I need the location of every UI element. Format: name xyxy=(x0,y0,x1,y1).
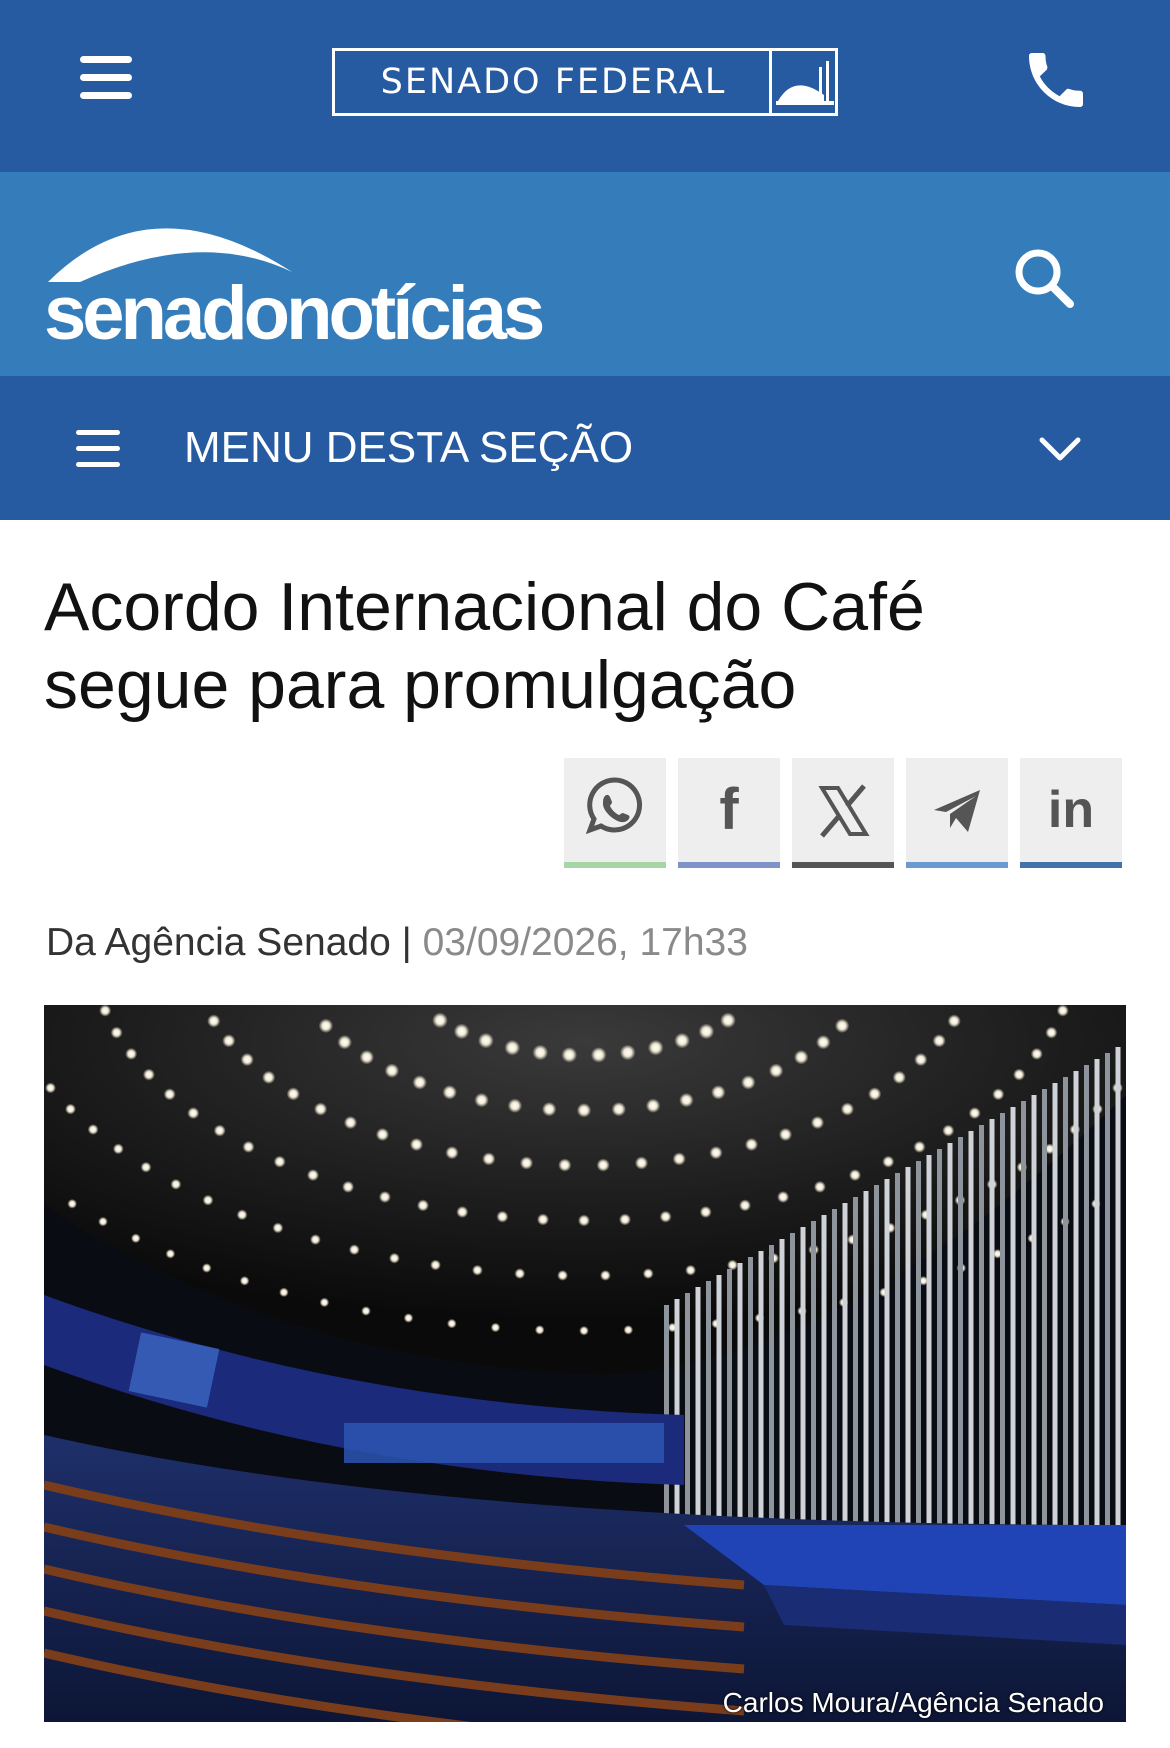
brand-bar: senadonotícias xyxy=(0,172,1170,376)
section-menu-toggle[interactable]: MENU DESTA SEÇÃO xyxy=(0,376,1170,520)
share-whatsapp-button[interactable] xyxy=(564,758,666,868)
senado-federal-link[interactable]: SENADO FEDERAL xyxy=(332,48,838,116)
search-icon[interactable] xyxy=(1010,244,1078,312)
senado-noticias-logo[interactable]: senadonotícias xyxy=(40,210,600,356)
share-linkedin-button[interactable]: in xyxy=(1020,758,1122,868)
x-icon xyxy=(818,784,870,838)
share-facebook-button[interactable]: f xyxy=(678,758,780,868)
section-menu-icon xyxy=(76,430,122,468)
photo-credit: Carlos Moura/Agência Senado xyxy=(722,1687,1104,1718)
top-bar: SENADO FEDERAL xyxy=(0,0,1170,172)
section-menu-label: MENU DESTA SEÇÃO xyxy=(184,423,634,472)
senado-emblem-icon xyxy=(769,51,835,113)
facebook-icon: f xyxy=(719,777,739,842)
telegram-icon xyxy=(934,790,980,832)
phone-icon[interactable] xyxy=(1020,44,1092,116)
senate-plenary-image xyxy=(44,1005,1126,1722)
page: SENADO FEDERAL senadonotícias MENU DESTA… xyxy=(0,0,1170,1748)
article-source: Da Agência Senado xyxy=(46,921,391,964)
linkedin-icon: in xyxy=(1047,781,1095,839)
senado-federal-label: SENADO FEDERAL xyxy=(380,62,727,102)
article-date: 03/09/2026, 17h33 xyxy=(422,921,748,964)
share-x-button[interactable] xyxy=(792,758,894,868)
article-byline: Da Agência Senado | 03/09/2026, 17h33 xyxy=(46,918,748,968)
whatsapp-icon xyxy=(585,777,643,835)
article-title: Acordo Internacional do Café segue para … xyxy=(44,569,925,723)
byline-separator: | xyxy=(401,921,412,964)
chevron-down-icon xyxy=(1036,428,1084,472)
article-photo[interactable]: Carlos Moura/Agência Senado xyxy=(44,1005,1126,1722)
logo-text: senadonotícias xyxy=(44,271,545,356)
share-telegram-button[interactable] xyxy=(906,758,1008,868)
hamburger-icon[interactable] xyxy=(70,50,140,110)
